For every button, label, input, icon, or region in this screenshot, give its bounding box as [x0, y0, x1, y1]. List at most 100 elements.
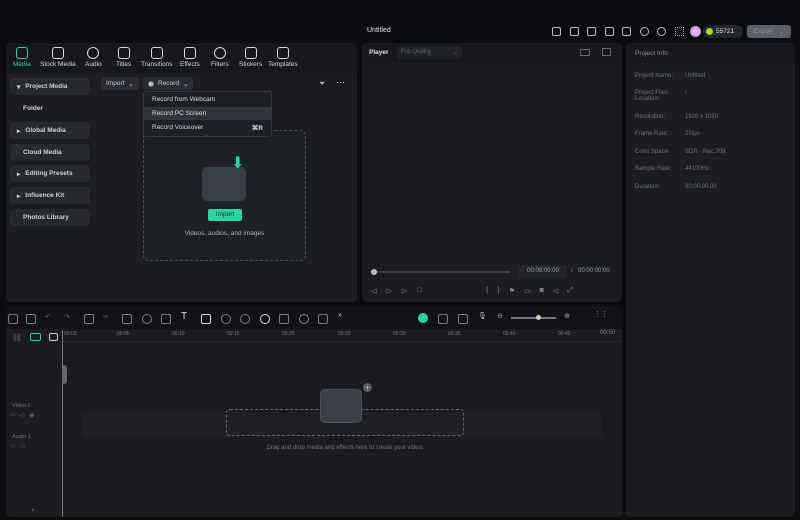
zoom-tool-icon[interactable]	[221, 314, 231, 324]
lock-icon[interactable]: ⌂	[11, 412, 15, 419]
tab-transitions[interactable]: Transitions	[141, 47, 173, 68]
layout-icon[interactable]	[604, 27, 614, 36]
lock-icon[interactable]: ⌂	[11, 443, 15, 450]
more-tools-icon[interactable]: »	[338, 312, 342, 319]
speed-icon[interactable]	[142, 314, 152, 324]
add-track-icon[interactable]: +	[31, 508, 35, 514]
menu-item-record-webcam[interactable]: Record from Webcam	[144, 93, 271, 106]
media-drop-zone[interactable]: ⬇ Import Videos, audios, and images	[143, 130, 306, 261]
info-resolution: Resolution: 1920 x 1080	[635, 114, 718, 120]
zoom-out-icon[interactable]: ⊖	[497, 312, 503, 320]
cloud-icon[interactable]	[639, 27, 649, 36]
quality-value: Full Quality	[401, 49, 432, 55]
menu-item-record-voiceover[interactable]: Record Voiceover ⌘R	[144, 121, 271, 134]
cut-icon[interactable]: ✂	[103, 313, 109, 321]
record-dropdown[interactable]: Record ⌄	[143, 77, 194, 90]
camera-icon[interactable]: ◙	[540, 287, 544, 295]
mute-icon[interactable]: ◁	[20, 443, 25, 450]
sidebar-item-influence-kit[interactable]: ▸ Influence Kit	[10, 187, 90, 204]
mic-icon[interactable]: 🎙	[478, 312, 487, 320]
mark-out-icon[interactable]: }	[497, 287, 499, 295]
undo-icon[interactable]: ↶	[45, 313, 51, 321]
select-tool-icon[interactable]	[26, 314, 36, 324]
timer-icon[interactable]	[299, 314, 309, 324]
drop-import-button[interactable]: Import	[208, 209, 242, 221]
playhead[interactable]	[62, 330, 63, 517]
link-icon[interactable]: ⛓	[12, 333, 22, 342]
sidebar-item-editing-presets[interactable]: ▸ Editing Presets	[10, 165, 90, 182]
volume-icon[interactable]: ◁	[553, 287, 558, 295]
step-back-icon[interactable]: ▷	[386, 287, 391, 295]
tab-titles[interactable]: Titles	[116, 47, 131, 68]
filter-sort-icon[interactable]: ⏷	[319, 79, 325, 89]
storage-icon[interactable]	[587, 27, 596, 36]
send-icon[interactable]	[569, 27, 579, 36]
edit-icon[interactable]	[279, 314, 289, 324]
prev-frame-icon[interactable]: ◁	[371, 287, 376, 295]
zoom-in-icon[interactable]: ⊕	[564, 312, 570, 320]
gift-icon[interactable]	[552, 27, 561, 36]
layout-grid-icon[interactable]	[8, 314, 18, 324]
sidebar-item-photos-library[interactable]: Photos Library	[10, 209, 90, 226]
tab-effects[interactable]: Effects	[180, 47, 200, 68]
tab-stock-media[interactable]: Stock Media	[40, 47, 76, 68]
fullscreen-icon[interactable]: ⤢	[567, 287, 573, 295]
credits-badge[interactable]: 55721	[703, 25, 743, 38]
marker-icon[interactable]: ⚑	[509, 287, 515, 295]
ai-assistant-icon[interactable]	[418, 313, 428, 323]
progress-handle[interactable]	[371, 269, 377, 275]
save-icon[interactable]	[622, 27, 631, 36]
redo-icon[interactable]: ↷	[64, 313, 70, 321]
sidebar-item-folder[interactable]: Folder	[10, 100, 90, 117]
stop-icon[interactable]: □	[417, 287, 421, 295]
compare-view-icon[interactable]	[580, 49, 590, 56]
eye-icon[interactable]: ◉	[29, 412, 34, 419]
sidebar-item-cloud-media[interactable]: Cloud Media	[10, 144, 90, 161]
sidebar-item-global-media[interactable]: ▸ Global Media	[10, 122, 90, 139]
quality-select[interactable]: Full Quality ⌄	[397, 46, 462, 59]
text-tool-icon[interactable]: T	[181, 311, 187, 322]
zoom-slider-handle[interactable]	[536, 315, 541, 320]
audio-edit-icon[interactable]	[161, 314, 171, 324]
info-value: SDR - Rec.709	[685, 149, 726, 155]
tab-label: Media	[13, 61, 31, 68]
caret-icon: ▸	[17, 192, 21, 200]
drop-hint: Videos, audios, and images	[184, 230, 265, 237]
color-icon[interactable]	[240, 314, 250, 324]
template-icon	[276, 47, 289, 59]
credits-count: 55721	[716, 28, 735, 35]
import-dropdown[interactable]: Import ⌄	[101, 77, 139, 90]
magnet-icon[interactable]	[30, 333, 42, 341]
play-icon[interactable]: ▷	[402, 287, 407, 295]
display-icon[interactable]: ▭	[524, 287, 531, 295]
support-icon[interactable]	[657, 27, 666, 36]
audio-record-icon[interactable]	[438, 314, 448, 324]
export-button[interactable]: Export ⌄	[747, 25, 791, 38]
shape-icon[interactable]	[201, 314, 211, 324]
snapshot-icon[interactable]	[602, 48, 611, 56]
tab-audio[interactable]: Audio	[85, 47, 102, 68]
mute-icon[interactable]: ◁	[20, 412, 25, 419]
tab-templates[interactable]: Templates	[268, 47, 298, 68]
more-icon[interactable]: ⋯	[336, 77, 345, 88]
tab-media[interactable]: Media	[13, 47, 31, 68]
focus-icon[interactable]	[318, 314, 328, 324]
mark-in-icon[interactable]: {	[486, 287, 488, 295]
ai-tool-icon[interactable]	[260, 314, 270, 324]
voiceover-icon[interactable]	[458, 314, 468, 324]
audio-track-controls: ⌂ ◁	[11, 443, 24, 450]
tab-stickers[interactable]: Stickers	[239, 47, 262, 68]
zoom-slider[interactable]	[511, 317, 556, 319]
menu-item-record-screen[interactable]: Record PC Screen	[144, 107, 271, 120]
tab-filters[interactable]: Filters	[211, 47, 229, 68]
apps-icon[interactable]	[674, 27, 684, 36]
track-manager-icon[interactable]	[49, 333, 59, 341]
delete-icon[interactable]	[84, 314, 94, 324]
sidebar-item-project-media[interactable]: ▾ Project Media	[10, 78, 90, 95]
playhead-handle[interactable]	[62, 365, 67, 384]
crop-icon[interactable]	[122, 314, 132, 324]
video-track-controls: ⌂ ◁ ◉	[11, 412, 35, 419]
track-options-icon[interactable]: ⋮⋮	[594, 310, 608, 318]
progress-track[interactable]	[372, 271, 510, 273]
avatar[interactable]	[690, 26, 701, 37]
